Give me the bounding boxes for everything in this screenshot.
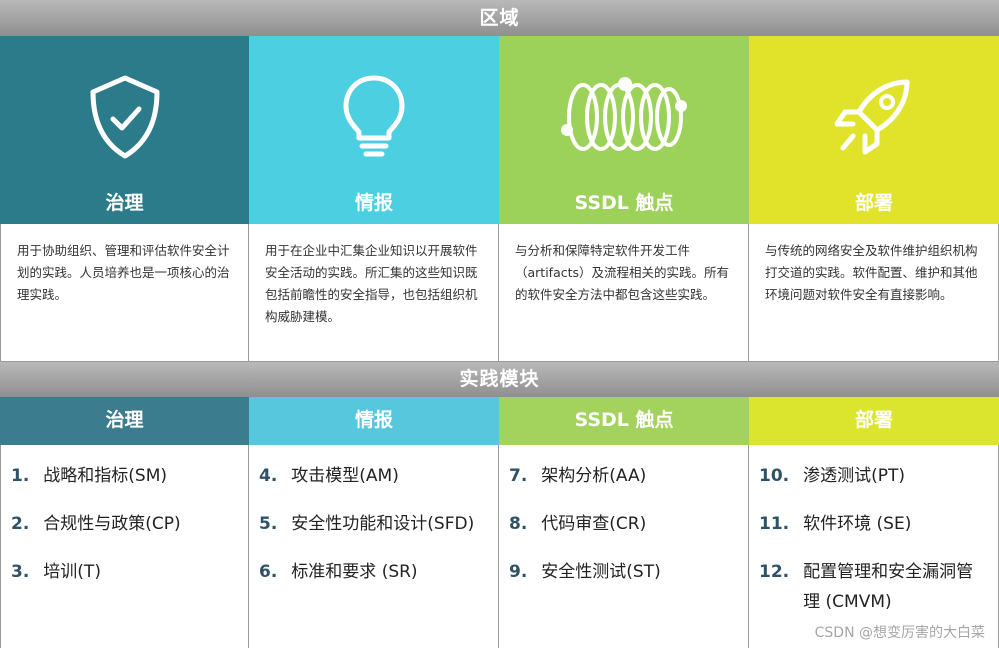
module-title-intelligence: 情报 [249,397,499,445]
practice-number: 6. [259,562,278,582]
domain-description-row: 用于协助组织、管理和评估软件安全计划的实践。人员培养也是一项核心的治理实践。 用… [0,224,999,362]
domain-description-intelligence: 用于在企业中汇集企业知识以开展软件安全活动的实践。所汇集的这些知识既包括前瞻性的… [249,224,499,362]
practice-label: 战略和指标(SM) [43,466,168,486]
domains-band-title: 区域 [0,0,999,36]
practice-item: 4. 攻击模型(AM) [259,461,488,491]
practice-item: 5. 安全性功能和设计(SFD) [259,509,488,539]
module-title-deployment: 部署 [749,397,999,445]
module-list-intelligence: 4. 攻击模型(AM) 5. 安全性功能和设计(SFD) 6. 标准和要求 (SR) [249,445,499,648]
practice-item: 6. 标准和要求 (SR) [259,557,488,587]
practice-item: 1. 战略和指标(SM) [11,461,238,491]
module-header-row: 治理 情报 SSDL 触点 部署 [0,397,999,445]
practice-number: 5. [259,514,278,534]
practice-label: 渗透测试(PT) [803,466,906,486]
module-list-deployment: 10. 渗透测试(PT) 11. 软件环境 (SE) 12. 配置管理和安全漏洞管理 … [749,445,999,648]
domain-card-intelligence: 情报 [249,36,499,224]
domain-title-deployment: 部署 [854,192,893,214]
practice-item: 2. 合规性与政策(CP) [11,509,238,539]
practice-label: 架构分析(AA) [541,466,647,486]
practice-label: 安全性测试(ST) [541,562,661,582]
practice-label: 标准和要求 (SR) [291,562,418,582]
practice-label: 软件环境 (SE) [803,514,912,534]
domain-title-ssdl: SSDL 触点 [574,192,674,214]
practice-label: 合规性与政策(CP) [43,514,181,534]
domain-title-intelligence: 情报 [354,192,393,214]
practice-item: 9. 安全性测试(ST) [509,557,738,587]
practice-number: 9. [509,562,528,582]
practice-number: 2. [11,514,30,534]
coil-icon [561,77,687,151]
practice-number: 8. [509,514,528,534]
domain-card-deployment: 部署 [749,36,999,224]
module-list-ssdl: 7. 架构分析(AA) 8. 代码审查(CR) 9. 安全性测试(ST) [499,445,749,648]
module-list-governance: 1. 战略和指标(SM) 2. 合规性与政策(CP) 3. 培训(T) [0,445,249,648]
lightbulb-icon [343,75,405,157]
module-title-governance: 治理 [0,397,249,445]
shield-check-icon [90,75,159,159]
practice-number: 1. [11,466,30,486]
practice-number: 12. [759,562,790,582]
practice-number: 11. [759,514,790,534]
practice-item: 7. 架构分析(AA) [509,461,738,491]
domain-card-governance: 治理 [0,36,249,224]
practice-number: 7. [509,466,528,486]
practice-item: 12. 配置管理和安全漏洞管理 (CMVM) [759,557,988,617]
practice-item: 3. 培训(T) [11,557,238,587]
domain-card-ssdl: SSDL 触点 [499,36,749,224]
domain-description-governance: 用于协助组织、管理和评估软件安全计划的实践。人员培养也是一项核心的治理实践。 [0,224,249,362]
practice-label: 安全性功能和设计(SFD) [291,514,475,534]
rocket-icon [834,79,910,155]
practice-label: 配置管理和安全漏洞管理 (CMVM) [803,562,974,612]
practice-number: 4. [259,466,278,486]
practice-label: 攻击模型(AM) [291,466,399,486]
practice-number: 3. [11,562,30,582]
module-list-row: 1. 战略和指标(SM) 2. 合规性与政策(CP) 3. 培训(T) 4. 攻击模型(… [0,445,999,648]
domain-hero-row: 治理 情报 SSDL 触点 部署 [0,36,999,224]
practice-label: 培训(T) [43,562,101,582]
module-title-ssdl: SSDL 触点 [499,397,749,445]
practice-label: 代码审查(CR) [541,514,647,534]
practice-item: 11. 软件环境 (SE) [759,509,988,539]
domain-description-deployment: 与传统的网络安全及软件维护组织机构打交道的实践。软件配置、维护和其他环境问题对软… [749,224,999,362]
domain-description-ssdl: 与分析和保障特定软件开发工件（artifacts）及流程相关的实践。所有的软件安… [499,224,749,362]
domain-title-governance: 治理 [105,192,144,214]
practice-item: 8. 代码审查(CR) [509,509,738,539]
practice-number: 10. [759,466,790,486]
watermark: CSDN @想变厉害的大白菜 [814,625,985,641]
practices-band-title: 实践模块 [0,362,999,397]
practice-item: 10. 渗透测试(PT) [759,461,988,491]
